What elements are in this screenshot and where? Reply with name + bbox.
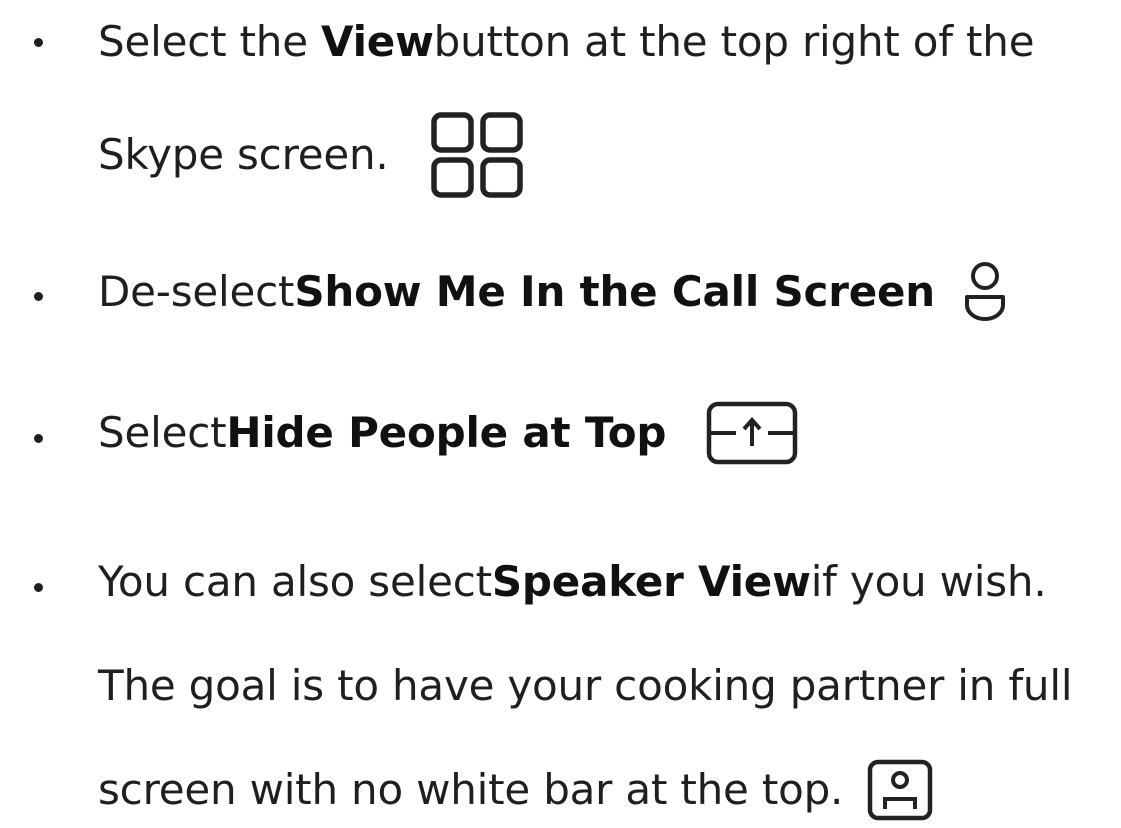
instruction-line-7: screen with no white bar at the top. — [98, 755, 933, 825]
bullet-2 — [34, 292, 43, 301]
line3-prefix: De-select — [98, 267, 295, 316]
view-label: View — [321, 17, 434, 66]
grid-view-icon — [430, 112, 523, 198]
line1-suffix: button at the top right of the — [433, 17, 1035, 66]
line1-prefix: Select the — [98, 17, 308, 66]
hide-people-label: Hide People at Top — [226, 408, 667, 457]
line2-text: Skype screen. — [98, 130, 389, 179]
instruction-line-6: The goal is to have your cooking partner… — [98, 651, 1072, 721]
line4-prefix: Select — [98, 408, 227, 457]
hide-people-top-icon — [706, 401, 798, 465]
instruction-line-4: Select Hide People at Top — [98, 398, 798, 468]
line5-prefix: You can also select — [98, 557, 492, 606]
instruction-page: Select the View button at the top right … — [0, 0, 1121, 828]
bullet-3 — [34, 434, 43, 443]
speaker-view-icon — [867, 759, 933, 821]
instruction-line-3: De-select Show Me In the Call Screen — [98, 257, 1007, 327]
instruction-line-5: You can also select Speaker View if you … — [98, 547, 1047, 617]
bullet-1 — [34, 38, 43, 47]
bullet-4 — [34, 583, 43, 592]
instruction-line-1: Select the View button at the top right … — [98, 7, 1035, 77]
line5-suffix: if you wish. — [810, 557, 1047, 606]
line6-text: The goal is to have your cooking partner… — [98, 661, 1073, 710]
instruction-line-2: Skype screen. — [98, 112, 523, 198]
speaker-view-label: Speaker View — [491, 557, 811, 606]
line7-text: screen with no white bar at the top. — [98, 765, 844, 814]
person-icon — [963, 261, 1007, 323]
show-me-label: Show Me In the Call Screen — [294, 267, 936, 316]
